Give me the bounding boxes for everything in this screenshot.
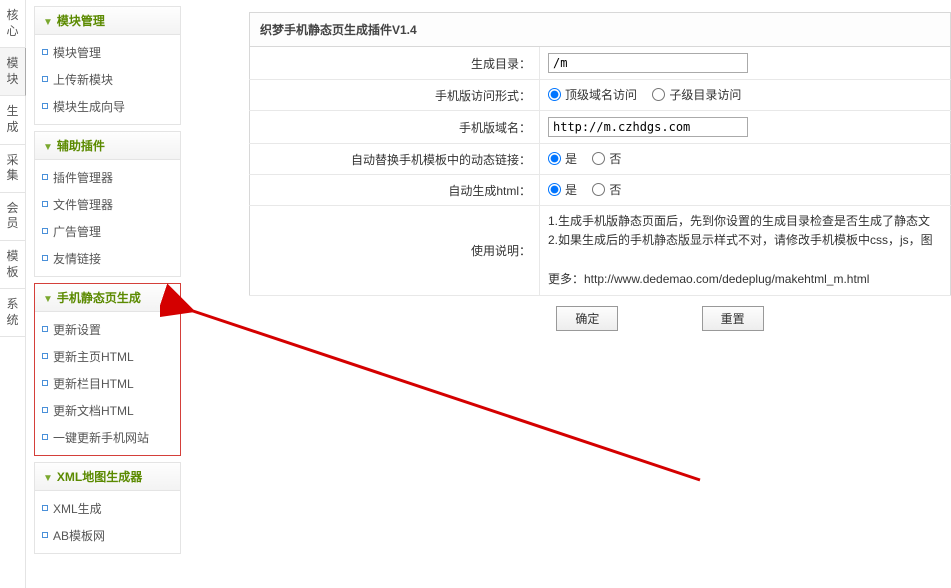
- chevron-down-icon: ▼: [43, 142, 53, 153]
- radio-input[interactable]: [652, 88, 665, 101]
- chevron-down-icon: ▼: [43, 294, 53, 305]
- desc-cell: 1.生成手机版静态页面后，先到你设置的生成目录检查是否生成了静态文 2.如果生成…: [540, 206, 951, 296]
- sidebar-item[interactable]: 模块生成向导: [35, 93, 180, 120]
- sidebar-item[interactable]: 上传新模块: [35, 66, 180, 93]
- sidebar-item[interactable]: 模块管理: [35, 39, 180, 66]
- sidebar-item[interactable]: 更新栏目HTML: [35, 370, 180, 397]
- field-label: 手机版访问形式：: [250, 80, 540, 111]
- sidebar-item[interactable]: XML生成: [35, 495, 180, 522]
- radio-label: 是: [565, 150, 577, 167]
- desc-line: 更多：http://www.dedemao.com/dedeplug/makeh…: [548, 270, 942, 289]
- tab-system[interactable]: 系统: [0, 289, 25, 337]
- sidebar-item[interactable]: 更新主页HTML: [35, 343, 180, 370]
- radio-label: 否: [609, 181, 621, 198]
- group-header[interactable]: ▼ 辅助插件: [35, 132, 180, 160]
- group-mobile-static: ▼ 手机静态页生成 更新设置 更新主页HTML 更新栏目HTML 更新文档HTML…: [34, 283, 181, 456]
- group-title: 辅助插件: [57, 139, 105, 153]
- field-label: 生成目录：: [250, 47, 540, 80]
- domain-input[interactable]: [548, 117, 748, 137]
- group-xml: ▼ XML地图生成器 XML生成 AB模板网: [34, 462, 181, 554]
- radio-label: 子级目录访问: [669, 86, 741, 103]
- radio-input[interactable]: [548, 88, 561, 101]
- panel-title: 织梦手机静态页生成插件V1.4: [249, 12, 951, 47]
- radio-label: 否: [609, 150, 621, 167]
- group-header[interactable]: ▼ 手机静态页生成: [35, 284, 180, 312]
- desc-line: 1.生成手机版静态页面后，先到你设置的生成目录检查是否生成了静态文: [548, 212, 942, 231]
- button-row: 确定 重置: [249, 296, 951, 341]
- radio-label: 顶级域名访问: [565, 86, 637, 103]
- radio-replace-yes[interactable]: 是: [548, 150, 577, 167]
- field-label: 自动生成html：: [250, 175, 540, 206]
- group-title: 手机静态页生成: [57, 291, 141, 305]
- radio-auto-no[interactable]: 否: [592, 181, 621, 198]
- radio-top-domain[interactable]: 顶级域名访问: [548, 86, 637, 103]
- tab-generate[interactable]: 生成: [0, 96, 25, 144]
- sidebar-item[interactable]: 更新设置: [35, 316, 180, 343]
- chevron-down-icon: ▼: [43, 473, 53, 484]
- radio-sub-dir[interactable]: 子级目录访问: [652, 86, 741, 103]
- sidebar: ▼ 模块管理 模块管理 上传新模块 模块生成向导 ▼ 辅助插件 插件管理器 文件管理…: [26, 0, 189, 588]
- tab-collect[interactable]: 采集: [0, 145, 25, 193]
- group-header[interactable]: ▼ XML地图生成器: [35, 463, 180, 491]
- radio-input[interactable]: [592, 152, 605, 165]
- group-module-manage: ▼ 模块管理 模块管理 上传新模块 模块生成向导: [34, 6, 181, 125]
- left-tabs: 核心 模块 生成 采集 会员 模板 系统: [0, 0, 26, 588]
- sidebar-item[interactable]: 插件管理器: [35, 164, 180, 191]
- field-label: 手机版域名：: [250, 111, 540, 144]
- field-label: 自动替换手机模板中的动态链接：: [250, 144, 540, 175]
- sidebar-item[interactable]: 更新文档HTML: [35, 397, 180, 424]
- sidebar-item[interactable]: 友情链接: [35, 245, 180, 272]
- group-title: XML地图生成器: [57, 470, 142, 484]
- radio-input[interactable]: [548, 183, 561, 196]
- sidebar-item[interactable]: AB模板网: [35, 522, 180, 549]
- settings-form: 生成目录： 手机版访问形式： 顶级域名访问 子级目录访问 手机版域名： 自动替换…: [249, 47, 951, 296]
- sidebar-item[interactable]: 文件管理器: [35, 191, 180, 218]
- tab-module[interactable]: 模块: [0, 48, 26, 96]
- field-label: 使用说明：: [250, 206, 540, 296]
- tab-core[interactable]: 核心: [0, 0, 25, 48]
- main-content: 织梦手机静态页生成插件V1.4 生成目录： 手机版访问形式： 顶级域名访问 子级…: [189, 0, 951, 588]
- desc-line: 2.如果生成后的手机静态版显示样式不对，请修改手机模板中css，js，图: [548, 231, 942, 250]
- radio-input[interactable]: [548, 152, 561, 165]
- tab-template[interactable]: 模板: [0, 241, 25, 289]
- radio-replace-no[interactable]: 否: [592, 150, 621, 167]
- tab-member[interactable]: 会员: [0, 193, 25, 241]
- group-header[interactable]: ▼ 模块管理: [35, 7, 180, 35]
- chevron-down-icon: ▼: [43, 17, 53, 28]
- gen-dir-input[interactable]: [548, 53, 748, 73]
- group-title: 模块管理: [57, 14, 105, 28]
- reset-button[interactable]: 重置: [702, 306, 764, 331]
- radio-input[interactable]: [592, 183, 605, 196]
- radio-auto-yes[interactable]: 是: [548, 181, 577, 198]
- group-plugins: ▼ 辅助插件 插件管理器 文件管理器 广告管理 友情链接: [34, 131, 181, 277]
- ok-button[interactable]: 确定: [556, 306, 618, 331]
- sidebar-item[interactable]: 一键更新手机网站: [35, 424, 180, 451]
- sidebar-item[interactable]: 广告管理: [35, 218, 180, 245]
- radio-label: 是: [565, 181, 577, 198]
